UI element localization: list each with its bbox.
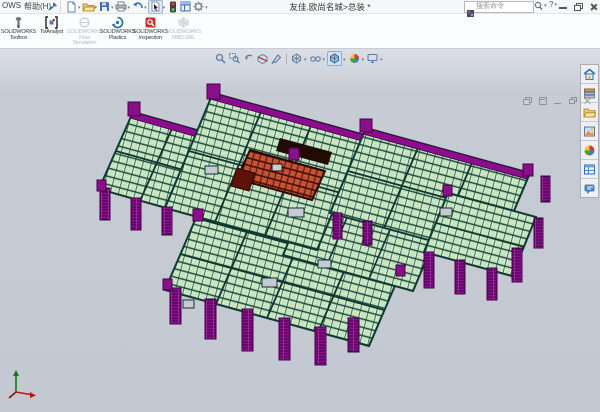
- addin-tolanalyst-button[interactable]: TolAnalyst: [35, 15, 68, 47]
- select-dropdown[interactable]: ▾: [163, 5, 166, 11]
- view-orientation-dropdown[interactable]: ▾: [304, 57, 307, 63]
- select-button[interactable]: [148, 0, 163, 14]
- menu-clipped-text: OWS: [2, 1, 21, 10]
- tile-windows-icon[interactable]: [538, 97, 547, 105]
- view-orientation-icon[interactable]: [290, 52, 303, 65]
- view-palette-icon[interactable]: [581, 122, 598, 141]
- cascade-windows-icon[interactable]: [523, 97, 532, 105]
- reference-triad: [9, 370, 36, 398]
- display-style-icon[interactable]: [327, 51, 342, 66]
- new-dropdown[interactable]: ▾: [78, 5, 81, 11]
- hide-show-dropdown[interactable]: ▾: [323, 57, 326, 63]
- display-style-dropdown[interactable]: ▾: [343, 57, 346, 63]
- file-explorer-icon[interactable]: [581, 103, 598, 122]
- annotations-icon[interactable]: [270, 52, 283, 65]
- close-button[interactable]: [588, 2, 598, 11]
- rebuild-button[interactable]: [166, 1, 179, 13]
- minimize-button[interactable]: [558, 2, 568, 11]
- zoom-to-fit-icon[interactable]: [214, 52, 227, 65]
- task-pane-tabs: [580, 64, 599, 198]
- print-button[interactable]: [115, 1, 128, 13]
- print-dropdown[interactable]: ▾: [128, 5, 131, 11]
- addin-plastics-button[interactable]: SOLIDWORKS Plastics: [101, 15, 134, 47]
- search-box[interactable]: 搜索命令: [464, 1, 534, 13]
- addin-toolbox-button[interactable]: SOLIDWORKS Toolbox: [2, 15, 35, 47]
- solidworks-forum-icon[interactable]: [581, 179, 598, 197]
- file-properties-button[interactable]: [179, 1, 192, 13]
- model-3d-formwork-assembly[interactable]: [0, 48, 600, 412]
- hide-show-items-icon[interactable]: [309, 52, 322, 65]
- solidworks-window: { "titlebar": { "menu_clipped": "OWS", "…: [0, 0, 600, 412]
- options-dropdown[interactable]: ▾: [205, 5, 208, 11]
- restore-button[interactable]: [573, 2, 583, 11]
- doc-restore-icon[interactable]: [568, 97, 577, 105]
- search-category-icon: [467, 4, 474, 11]
- addin-mbd-snl-button[interactable]: SOLIDWORKS MBD SNL: [167, 15, 200, 47]
- new-button[interactable]: [65, 1, 78, 13]
- edit-appearance-dropdown[interactable]: ▾: [362, 57, 365, 63]
- view-settings-dropdown[interactable]: ▾: [380, 57, 383, 63]
- addin-flow-simulation-button[interactable]: SOLIDWORKS Flow Simulation: [68, 15, 101, 47]
- titlebar: OWS 帮助(H) ▾ ▾ ▾ ▾ ▾ ▾ ▾: [0, 0, 600, 14]
- toolbar-separator: [60, 1, 61, 12]
- undo-dropdown[interactable]: ▾: [144, 5, 147, 11]
- section-view-icon[interactable]: [256, 52, 269, 65]
- previous-view-icon[interactable]: [242, 52, 255, 65]
- custom-properties-icon[interactable]: [581, 160, 598, 179]
- document-window-controls: [523, 97, 592, 105]
- view-settings-icon[interactable]: [366, 52, 379, 65]
- quick-access-toolbar: ▾ ▾ ▾ ▾ ▾ ▾ ▾: [65, 0, 209, 13]
- zoom-to-area-icon[interactable]: [228, 52, 241, 65]
- save-dropdown[interactable]: ▾: [111, 5, 114, 11]
- edit-appearance-icon[interactable]: [348, 52, 361, 65]
- options-button[interactable]: [192, 1, 205, 13]
- search-scope-button[interactable]: ▾: [534, 1, 547, 11]
- doc-close-icon[interactable]: [583, 97, 592, 105]
- window-controls: [558, 1, 598, 11]
- graphics-viewport[interactable]: ▾ ▾ ▾ ▾ ▾: [0, 48, 600, 412]
- headsup-view-toolbar: ▾ ▾ ▾ ▾ ▾: [214, 51, 384, 66]
- undo-button[interactable]: [131, 1, 144, 13]
- addins-command-tab: SOLIDWORKS Toolbox TolAnalyst SOLIDWORKS…: [0, 14, 600, 49]
- doc-minimize-icon[interactable]: [553, 97, 562, 105]
- solidworks-resources-icon[interactable]: [581, 65, 598, 84]
- search-placeholder: 搜索命令: [476, 2, 504, 12]
- appearances-scenes-icon[interactable]: [581, 141, 598, 160]
- help-button[interactable]: ?▾: [549, 0, 557, 9]
- save-button[interactable]: [98, 1, 111, 13]
- document-title: 友佳.欧尚名城>总装 *: [200, 1, 460, 13]
- headsup-separator: [286, 53, 287, 64]
- pin-menu-icon[interactable]: [48, 2, 57, 11]
- addin-inspection-button[interactable]: SOLIDWORKS Inspection: [134, 15, 167, 47]
- open-dropdown[interactable]: ▾: [95, 5, 98, 11]
- open-button[interactable]: [82, 1, 95, 13]
